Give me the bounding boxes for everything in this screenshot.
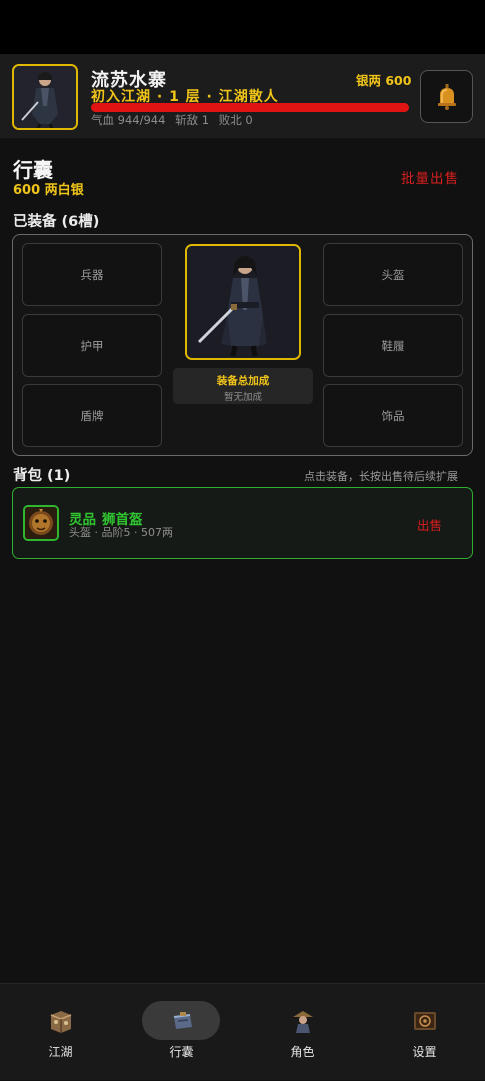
nav-label: 行囊	[169, 1045, 194, 1059]
hp-bar	[91, 103, 409, 112]
silver-amount: 600 两白银	[13, 183, 84, 198]
item-sell-button[interactable]: 出售	[417, 515, 442, 534]
nav-label: 设置	[412, 1045, 437, 1059]
bonus-subtitle: 暂无加成	[223, 392, 262, 403]
notification-button[interactable]	[420, 70, 473, 123]
list-item[interactable]: 灵品 狮首盔 头盔 · 品阶5 · 507两 出售	[12, 487, 473, 559]
map-icon	[46, 1006, 76, 1036]
slot-helmet[interactable]: 头盔	[323, 243, 463, 306]
status-bar	[0, 0, 485, 54]
bulk-sell-button[interactable]: 批量出售	[401, 167, 459, 187]
player-avatar[interactable]	[12, 64, 78, 130]
backpack-hint: 点击装备，长按出售待后续扩展	[304, 470, 458, 483]
slot-accessory-label: 饰品	[381, 408, 405, 423]
slot-armor-label: 护甲	[80, 338, 104, 353]
nav-item-bag[interactable]: 行囊	[121, 984, 242, 1081]
nav-item-settings[interactable]: 设置	[364, 984, 485, 1081]
slot-shield[interactable]: 盾牌	[22, 384, 162, 447]
player-header: 流苏水寨 初入江湖 · 1 层 · 江湖散人 银两 600 气血 944/944…	[0, 54, 485, 138]
kills-stat: 斩敌 1	[175, 113, 210, 127]
backpack-title: 背包 (1)	[13, 468, 71, 484]
bottom-nav: 江湖 行囊 角色 设置	[0, 983, 485, 1080]
bonus-title: 装备总加成	[216, 375, 270, 387]
slot-weapon-label: 兵器	[80, 267, 104, 282]
settings-scroll-icon	[410, 1006, 440, 1036]
slot-shield-label: 盾牌	[80, 408, 104, 423]
defeats-stat: 败北 0	[218, 113, 253, 127]
swordsman-portrait-icon	[14, 66, 76, 128]
equipment-panel: 兵器 护甲 盾牌 头盔 鞋履 饰品 装备总加成 暂无加成	[12, 234, 473, 456]
equipped-title: 已装备 (6槽)	[13, 214, 100, 230]
equipment-bonus-box: 装备总加成 暂无加成	[173, 368, 313, 404]
nav-item-jianghu[interactable]: 江湖	[0, 984, 121, 1081]
item-meta: 头盔 · 品阶5 · 507两	[69, 526, 173, 539]
nav-label: 江湖	[48, 1045, 73, 1059]
swordsman-figure-icon	[187, 246, 299, 358]
stats-line: 气血 944/944 斩敌 1 败北 0	[91, 112, 259, 128]
hp-stat: 气血 944/944	[91, 113, 166, 127]
character-icon	[288, 1006, 318, 1036]
nav-label: 角色	[290, 1045, 315, 1059]
slot-armor[interactable]: 护甲	[22, 314, 162, 377]
nav-item-character[interactable]: 角色	[242, 984, 363, 1081]
bag-icon	[167, 1006, 197, 1036]
slot-weapon[interactable]: 兵器	[22, 243, 162, 306]
slot-boots[interactable]: 鞋履	[323, 314, 463, 377]
slot-accessory[interactable]: 饰品	[323, 384, 463, 447]
slot-helmet-label: 头盔	[381, 267, 405, 282]
character-portrait[interactable]	[185, 244, 301, 360]
slot-boots-label: 鞋履	[381, 338, 405, 353]
bell-icon	[437, 83, 456, 110]
lion-helmet-icon	[23, 505, 59, 541]
silver-counter: 银两 600	[356, 73, 412, 88]
